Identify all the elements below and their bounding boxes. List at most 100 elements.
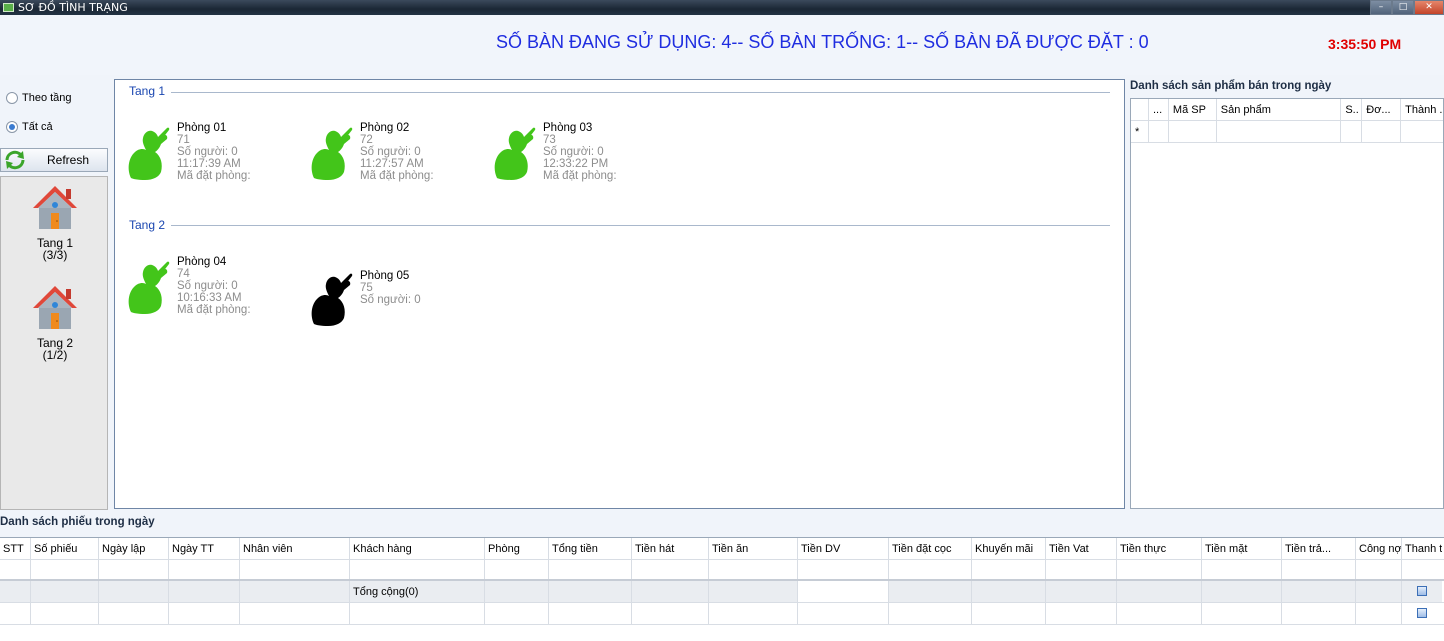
column-header[interactable]: S.. [1341, 99, 1363, 120]
column-header[interactable]: Nhân viên [240, 538, 350, 559]
cell[interactable] [889, 581, 972, 602]
cell[interactable] [972, 581, 1046, 602]
products-new-row[interactable]: * [1131, 121, 1443, 143]
column-header[interactable]: Ngày TT [169, 538, 240, 559]
column-header[interactable]: Khuyến mãi [972, 538, 1046, 559]
column-header[interactable]: Mã SP [1168, 99, 1217, 120]
cell[interactable] [1217, 121, 1342, 142]
cell[interactable] [169, 603, 240, 624]
cell[interactable] [1117, 603, 1202, 624]
cell[interactable] [485, 560, 549, 579]
column-header[interactable]: Thành ... [1401, 99, 1443, 120]
cell[interactable] [1117, 560, 1202, 579]
cell[interactable] [1402, 560, 1442, 579]
room-phong-04[interactable]: Phòng 04 74 Số người: 0 10:16:33 AM Mã đ… [125, 256, 295, 326]
cell[interactable] [1356, 603, 1402, 624]
cell[interactable] [632, 560, 709, 579]
cell[interactable] [889, 560, 972, 579]
column-header[interactable]: Phòng [485, 538, 549, 559]
column-header[interactable]: Sản phẩm [1216, 99, 1342, 120]
cell[interactable] [99, 603, 169, 624]
column-header[interactable]: Tiền mặt [1202, 538, 1282, 559]
column-header[interactable]: Tiền ăn [709, 538, 798, 559]
cell[interactable] [99, 581, 169, 602]
cell[interactable] [1282, 603, 1356, 624]
cell[interactable] [350, 560, 485, 579]
cell[interactable] [240, 560, 350, 579]
cell[interactable] [31, 560, 99, 579]
refresh-button[interactable]: Refresh [0, 148, 108, 172]
cell[interactable] [709, 603, 798, 624]
cell[interactable] [1356, 581, 1402, 602]
floor-item-tang-1[interactable]: Tang 1 (3/3) [1, 183, 109, 261]
cell[interactable] [972, 560, 1046, 579]
minimize-button[interactable]: – [1370, 0, 1392, 15]
column-header[interactable]: Tiền DV [798, 538, 889, 559]
radio-all[interactable]: Tất cả [6, 121, 53, 133]
room-phong-05[interactable]: Phòng 05 75 Số người: 0 [308, 268, 478, 338]
cell[interactable] [549, 603, 632, 624]
cell[interactable] [1117, 581, 1202, 602]
cell[interactable] [1202, 603, 1282, 624]
floor-item-tang-2[interactable]: Tang 2 (1/2) [1, 283, 109, 361]
cell[interactable] [240, 581, 350, 602]
bills-empty-row[interactable] [0, 560, 1444, 581]
column-header[interactable]: ... [1148, 99, 1169, 120]
column-header[interactable]: Ngày lập [99, 538, 169, 559]
cell[interactable] [169, 581, 240, 602]
cell[interactable] [0, 603, 31, 624]
cell[interactable] [169, 560, 240, 579]
room-phong-03[interactable]: Phòng 03 73 Số người: 0 12:33:22 PM Mã đ… [491, 122, 661, 192]
cell[interactable] [1149, 121, 1169, 142]
payment-button[interactable] [1417, 586, 1427, 596]
column-header[interactable]: Tiền Vat [1046, 538, 1117, 559]
column-header[interactable]: Số phiếu [31, 538, 99, 559]
column-header[interactable]: Đơ... [1362, 99, 1402, 120]
column-header[interactable]: Tiền hát [632, 538, 709, 559]
bills-empty-row[interactable] [0, 603, 1444, 625]
cell[interactable] [1401, 121, 1443, 142]
cell[interactable] [350, 603, 485, 624]
radio-circle[interactable] [6, 92, 18, 104]
cell[interactable] [1202, 560, 1282, 579]
cell[interactable] [798, 603, 889, 624]
cell[interactable] [1356, 560, 1402, 579]
cell[interactable] [1046, 581, 1117, 602]
payment-button[interactable] [1417, 608, 1427, 618]
cell[interactable] [1402, 581, 1442, 602]
cell[interactable] [632, 581, 709, 602]
cell[interactable] [485, 603, 549, 624]
cell[interactable] [1282, 560, 1356, 579]
column-header[interactable]: Tiền trả... [1282, 538, 1356, 559]
cell[interactable] [240, 603, 350, 624]
room-phong-01[interactable]: Phòng 01 71 Số người: 0 11:17:39 AM Mã đ… [125, 122, 295, 192]
column-header[interactable]: Công nợ [1356, 538, 1402, 559]
column-header[interactable]: Tiền thực [1117, 538, 1202, 559]
cell[interactable] [1202, 581, 1282, 602]
cell[interactable] [31, 603, 99, 624]
cell[interactable] [31, 581, 99, 602]
cell[interactable] [1046, 603, 1117, 624]
cell[interactable] [1282, 581, 1356, 602]
cell[interactable] [798, 560, 889, 579]
maximize-button[interactable]: □ [1392, 0, 1414, 15]
cell[interactable] [709, 560, 798, 579]
cell[interactable] [0, 560, 31, 579]
column-header[interactable]: Thanh t... [1402, 538, 1442, 559]
cell[interactable] [549, 581, 632, 602]
cell[interactable] [1046, 560, 1117, 579]
cell[interactable] [99, 560, 169, 579]
products-grid[interactable]: ... Mã SP Sản phẩm S.. Đơ... Thành ... * [1130, 98, 1444, 509]
cell[interactable] [1402, 603, 1442, 624]
bills-grid[interactable]: STT Số phiếu Ngày lập Ngày TT Nhân viên Khách… [0, 537, 1444, 641]
cell[interactable] [1362, 121, 1402, 142]
cell[interactable] [549, 560, 632, 579]
cell[interactable] [972, 603, 1046, 624]
cell[interactable] [1169, 121, 1217, 142]
radio-circle-checked[interactable] [6, 121, 18, 133]
cell[interactable] [0, 581, 31, 602]
column-header[interactable]: Khách hàng [350, 538, 485, 559]
cell[interactable] [632, 603, 709, 624]
cell[interactable] [798, 581, 889, 602]
column-header[interactable]: Tiền đặt cọc [889, 538, 972, 559]
